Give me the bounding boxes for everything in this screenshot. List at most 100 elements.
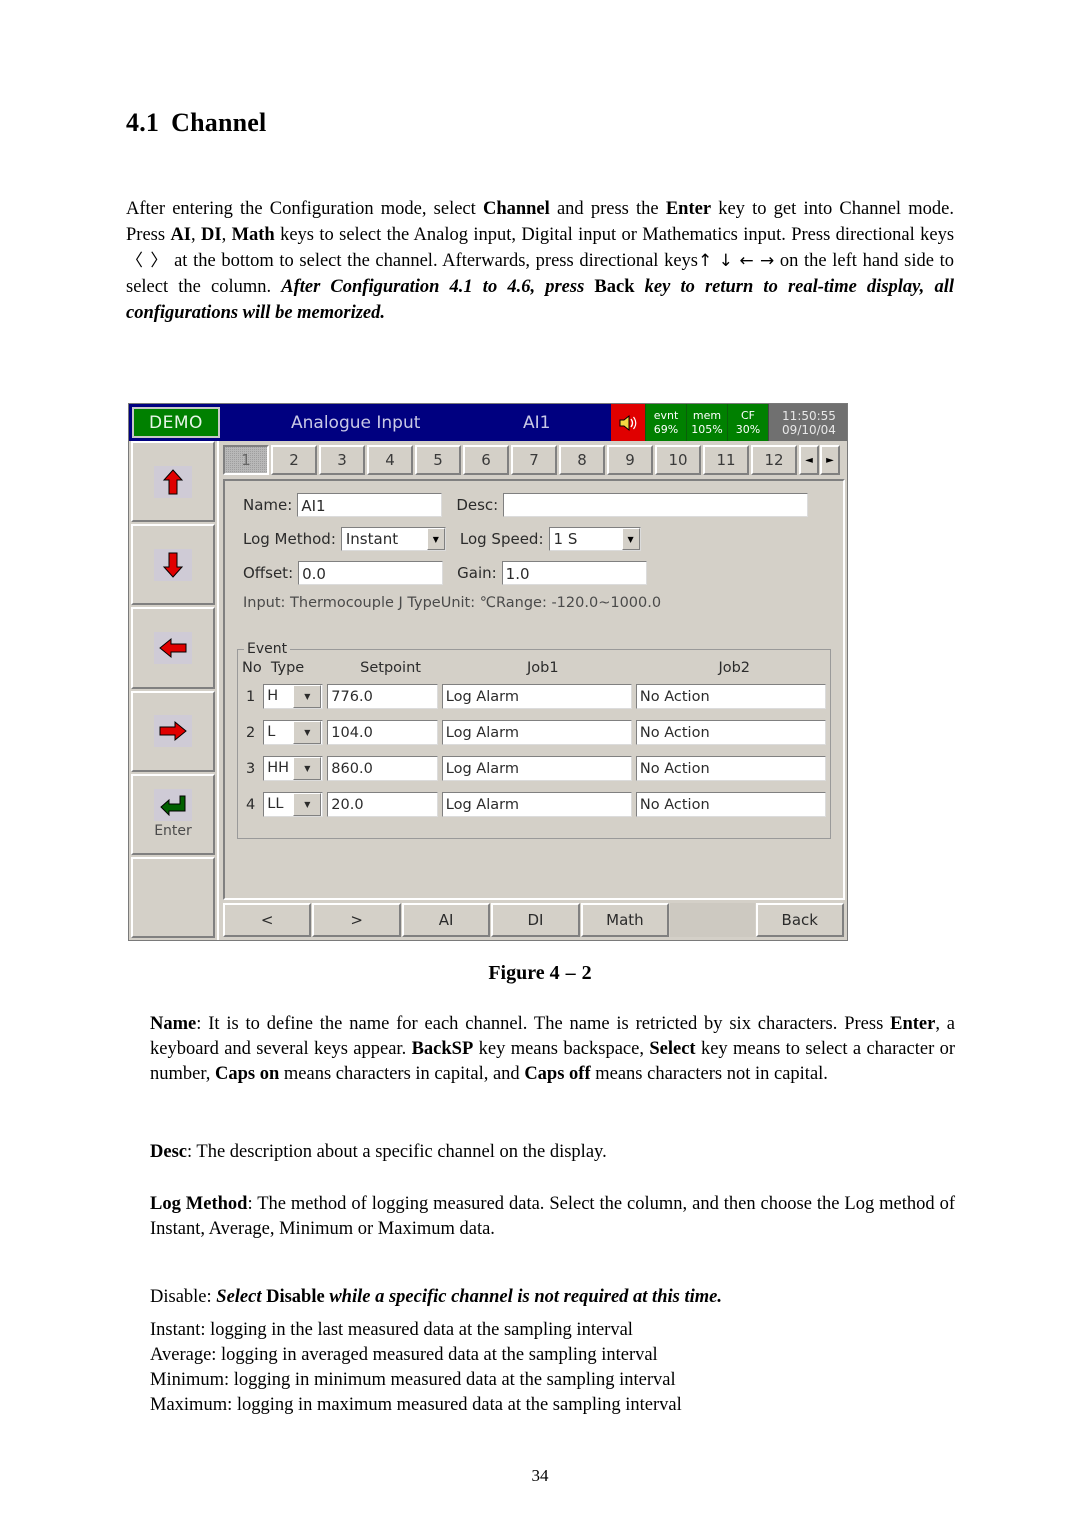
row-job2-cell[interactable]: No Action xyxy=(635,792,830,817)
channel-tab-4[interactable]: 4 xyxy=(367,445,413,475)
key-up[interactable] xyxy=(131,441,215,523)
channel-tab-7[interactable]: 7 xyxy=(511,445,557,475)
tab-scroll-right-icon[interactable]: ► xyxy=(820,445,840,475)
enter-arrow-icon xyxy=(154,789,192,822)
channel-tab-10[interactable]: 10 xyxy=(655,445,701,475)
name-para-b4: Select xyxy=(649,1039,696,1059)
event-group-box: Event No Type Setpoint Job1 Job2 1 H ▼ 7… xyxy=(237,641,831,839)
channel-tab-6[interactable]: 6 xyxy=(463,445,509,475)
device-channel-label: AI1 xyxy=(523,413,551,433)
row-type-select[interactable]: HH ▼ xyxy=(263,756,327,781)
row-no: 2 xyxy=(246,724,256,741)
figure-caption-prefix: Figure 4 xyxy=(488,962,560,984)
direction-arrows-glyph: ↑ ↓ ← → xyxy=(698,251,775,271)
disable-para-bi2: while a specific channel is not required… xyxy=(324,1287,722,1307)
chevron-down-icon[interactable]: ▼ xyxy=(426,528,445,550)
name-para-b2: Enter xyxy=(890,1014,936,1034)
prev-channel-button[interactable]: < xyxy=(223,903,312,937)
desc-paragraph: Desc: The description about a specific c… xyxy=(150,1140,955,1165)
name-input[interactable]: AI1 xyxy=(297,493,443,517)
row-setpoint-value: 776.0 xyxy=(327,684,438,709)
chevron-down-icon[interactable]: ▼ xyxy=(621,528,640,550)
arrow-up-icon xyxy=(154,465,192,498)
row-job2-cell[interactable]: No Action xyxy=(635,684,830,709)
intro-seg6: keys to select the Analog input, Digital… xyxy=(274,225,955,245)
channel-tab-5[interactable]: 5 xyxy=(415,445,461,475)
speaker-icon[interactable] xyxy=(611,404,645,441)
status-evnt: evnt 69% xyxy=(645,404,686,441)
row-job1-cell[interactable]: Log Alarm xyxy=(441,792,636,817)
logmethod-logspeed-row: Log Method: Instant ▼ Log Speed: 1 S ▼ xyxy=(243,527,641,551)
channel-tab-11[interactable]: 11 xyxy=(703,445,749,475)
clock-time: 11:50:55 xyxy=(782,408,836,423)
row-job2-cell[interactable]: No Action xyxy=(635,720,830,745)
status-mem-label: mem xyxy=(692,408,722,422)
back-button[interactable]: Back xyxy=(755,903,844,937)
channel-tab-8[interactable]: 8 xyxy=(559,445,605,475)
log-method-select[interactable]: Instant ▼ xyxy=(340,527,446,551)
channel-tab-9[interactable]: 9 xyxy=(607,445,653,475)
di-button[interactable]: DI xyxy=(491,903,580,937)
key-enter-label: Enter xyxy=(154,823,192,840)
offset-input[interactable]: 0.0 xyxy=(298,561,444,585)
ai-button[interactable]: AI xyxy=(401,903,491,937)
status-evnt-label: evnt xyxy=(653,408,679,422)
event-group-legend: Event xyxy=(244,641,291,657)
tab-scroll-left-icon[interactable]: ◄ xyxy=(799,445,819,475)
row-type-select[interactable]: H ▼ xyxy=(263,684,327,709)
row-setpoint-cell[interactable]: 860.0 xyxy=(327,756,442,781)
row-job1-cell[interactable]: Log Alarm xyxy=(441,720,636,745)
row-job1-value: Log Alarm xyxy=(441,684,632,709)
row-setpoint-cell[interactable]: 104.0 xyxy=(327,720,442,745)
channel-tab-3[interactable]: 3 xyxy=(319,445,365,475)
row-job2-value: No Action xyxy=(635,792,826,817)
header-job2: Job2 xyxy=(718,660,751,676)
log-para-t1: : The method of logging measured data. S… xyxy=(150,1194,956,1239)
name-para-b5: Caps on xyxy=(215,1064,280,1084)
disable-para-bi1: Select xyxy=(216,1287,267,1307)
channel-tab-2[interactable]: 2 xyxy=(271,445,317,475)
row-type-select[interactable]: L ▼ xyxy=(263,720,327,745)
row-setpoint-cell[interactable]: 20.0 xyxy=(327,792,442,817)
row-job1-value: Log Alarm xyxy=(441,792,632,817)
next-channel-button[interactable]: > xyxy=(312,903,401,937)
chevron-down-icon[interactable]: ▼ xyxy=(293,685,322,708)
channel-tab-1[interactable]: 1 xyxy=(223,445,269,475)
log-speed-label: Log Speed: xyxy=(459,530,544,548)
key-right[interactable] xyxy=(131,690,215,772)
disable-para-t1: Disable: xyxy=(150,1287,217,1307)
table-row: 2 L ▼ 104.0 Log Alarm No Action xyxy=(238,720,830,745)
chevron-down-icon[interactable]: ▼ xyxy=(293,757,322,780)
table-row: 3 HH ▼ 860.0 Log Alarm No Action xyxy=(238,756,830,781)
row-type-select[interactable]: LL ▼ xyxy=(263,792,327,817)
channel-tab-12[interactable]: 12 xyxy=(751,445,797,475)
gain-input[interactable]: 1.0 xyxy=(501,561,647,585)
arrow-left-icon xyxy=(154,631,192,664)
arrow-right-icon xyxy=(154,715,192,748)
arrow-down-icon xyxy=(154,548,192,581)
key-left[interactable] xyxy=(131,607,215,689)
key-blank[interactable] xyxy=(131,856,215,939)
math-button[interactable]: Math xyxy=(580,903,670,937)
row-job1-cell[interactable]: Log Alarm xyxy=(441,684,636,709)
chevron-down-icon[interactable]: ▼ xyxy=(293,793,322,816)
channel-tab-11-label: 11 xyxy=(716,451,736,469)
key-down[interactable] xyxy=(131,524,215,606)
name-label: Name: xyxy=(243,496,293,514)
row-job1-cell[interactable]: Log Alarm xyxy=(441,756,636,781)
gain-label: Gain: xyxy=(457,564,497,582)
chevron-down-icon[interactable]: ▼ xyxy=(293,721,322,744)
intro-seg5: , xyxy=(221,225,232,245)
row-setpoint-cell[interactable]: 776.0 xyxy=(327,684,442,709)
log-speed-select[interactable]: 1 S ▼ xyxy=(548,527,641,551)
intro-bold-math: Math xyxy=(231,225,275,245)
figure-caption-dash: – xyxy=(565,962,576,984)
intro-paragraph: After entering the Configuration mode, s… xyxy=(126,196,954,326)
row-no: 3 xyxy=(246,760,256,777)
channel-tab-6-label: 6 xyxy=(481,451,491,469)
header-type: Type xyxy=(270,660,305,676)
desc-input[interactable] xyxy=(503,493,809,517)
row-job2-cell[interactable]: No Action xyxy=(635,756,830,781)
key-enter[interactable]: Enter xyxy=(131,773,215,855)
toolbar-blank xyxy=(670,903,755,937)
